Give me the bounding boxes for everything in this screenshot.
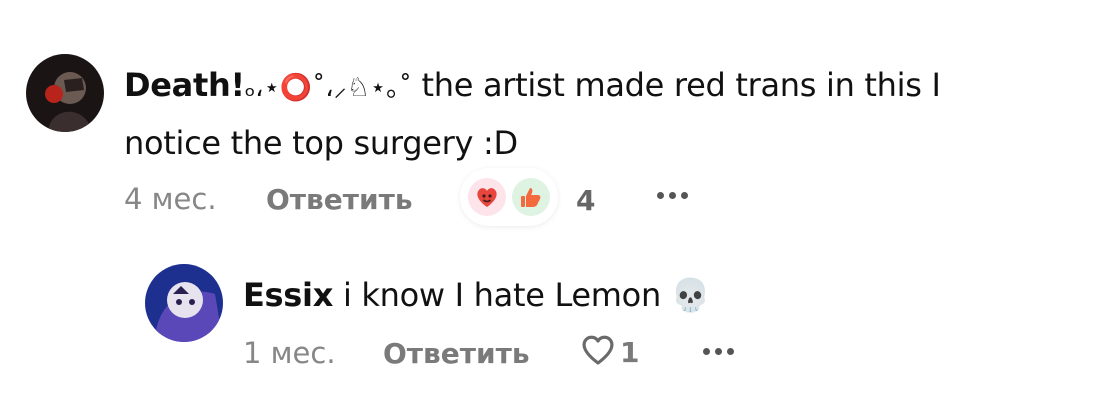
reactions-pill[interactable] (460, 168, 558, 226)
reply-button[interactable]: Ответить (383, 337, 530, 370)
comment-author[interactable]: Death! (124, 66, 245, 104)
dot (657, 192, 664, 199)
comment-body-continued: notice the top surgery :D (124, 124, 518, 162)
like-count: 1 (620, 335, 640, 369)
heart-face-icon (468, 178, 506, 216)
comment-time: 4 мес. (124, 182, 217, 216)
reply-author[interactable]: Essix (243, 276, 333, 314)
dot (669, 192, 676, 199)
comment-text-line-2: notice the top surgery :D (124, 114, 518, 172)
avatar[interactable] (145, 264, 223, 342)
dot (681, 192, 688, 199)
more-options-icon[interactable] (657, 192, 688, 199)
comment-text-line-1: Death!ₒ،⋆⭕˚،⸝♘⋆｡˚ the artist made red tr… (124, 56, 941, 117)
dot (727, 348, 734, 355)
reply-time: 1 мес. (243, 336, 336, 370)
comment-body: the artist made red trans in this I (421, 66, 941, 104)
like-button[interactable]: 1 (580, 334, 639, 370)
author-decoration: ₒ،⋆⭕˚،⸝♘⋆｡˚ (244, 73, 412, 103)
thumbs-up-icon (512, 178, 550, 216)
reply-text-line: Essix i know I hate Lemon 💀 (243, 266, 711, 324)
reaction-count: 4 (576, 184, 596, 217)
dot (703, 348, 710, 355)
dot (715, 348, 722, 355)
reply-item: Essix i know I hate Lemon 💀 1 мес. Ответ… (0, 250, 1096, 410)
heart-outline-icon (580, 334, 616, 370)
comment-item: Death!ₒ،⋆⭕˚،⸝♘⋆｡˚ the artist made red tr… (0, 0, 1096, 240)
reply-button[interactable]: Ответить (266, 183, 413, 216)
avatar[interactable] (26, 54, 104, 132)
more-options-icon[interactable] (703, 348, 734, 355)
reply-body: i know I hate Lemon 💀 (342, 276, 711, 314)
